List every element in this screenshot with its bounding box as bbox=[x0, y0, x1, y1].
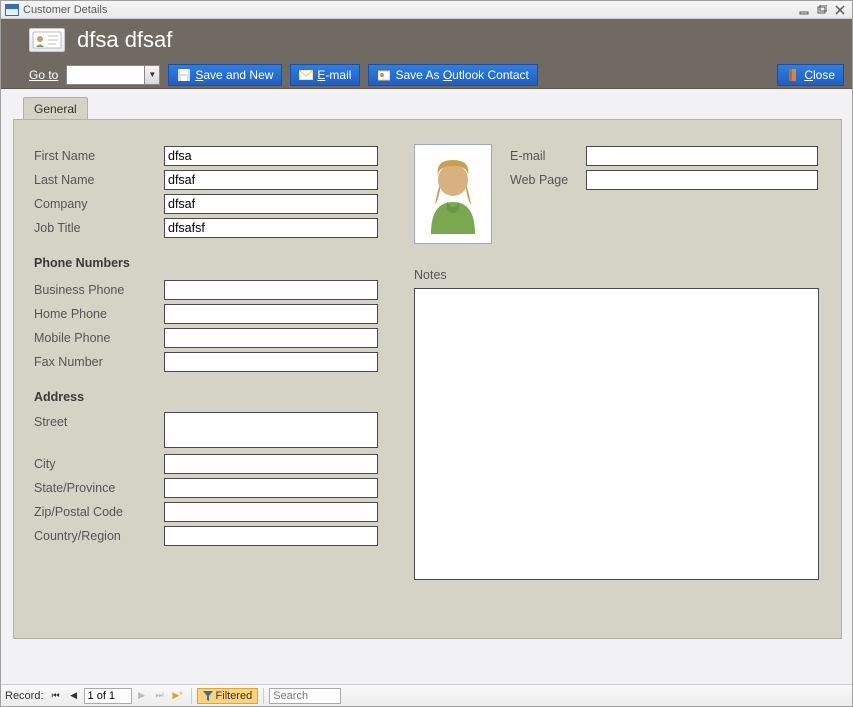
window-titlebar: Customer Details bbox=[1, 1, 852, 19]
street-label: Street bbox=[34, 412, 164, 429]
page-title: dfsa dfsaf bbox=[77, 27, 172, 53]
window-title: Customer Details bbox=[23, 4, 107, 16]
fax-field[interactable] bbox=[164, 352, 378, 372]
contact-photo[interactable] bbox=[414, 144, 492, 244]
webpage-field[interactable] bbox=[586, 170, 818, 190]
home-phone-field[interactable] bbox=[164, 304, 378, 324]
notes-field[interactable] bbox=[414, 288, 819, 580]
business-phone-field[interactable] bbox=[164, 280, 378, 300]
email-field[interactable] bbox=[586, 146, 818, 166]
email-icon bbox=[299, 69, 313, 81]
record-search-box[interactable] bbox=[269, 688, 341, 704]
nav-first-button[interactable]: ⏮ bbox=[48, 688, 64, 704]
notes-label: Notes bbox=[414, 268, 819, 282]
last-name-field[interactable] bbox=[164, 170, 378, 190]
nav-prev-button[interactable]: ◀ bbox=[66, 688, 82, 704]
outlook-icon bbox=[377, 69, 391, 81]
job-title-label: Job Title bbox=[34, 221, 164, 235]
tab-general[interactable]: General bbox=[23, 97, 88, 119]
toolbar: Go to ▼ Save and New E-mail Save As Outl… bbox=[1, 61, 852, 89]
close-window-button[interactable] bbox=[832, 3, 848, 17]
general-panel: First Name Last Name Company Job Title P… bbox=[13, 119, 842, 639]
funnel-icon bbox=[203, 691, 213, 701]
save-icon bbox=[177, 69, 191, 81]
door-icon bbox=[786, 69, 800, 81]
home-phone-label: Home Phone bbox=[34, 307, 164, 321]
save-and-new-button[interactable]: Save and New bbox=[168, 64, 282, 86]
phone-section-title: Phone Numbers bbox=[34, 256, 394, 270]
nav-last-button[interactable]: ⏭ bbox=[152, 688, 168, 704]
zip-field[interactable] bbox=[164, 502, 378, 522]
goto-label: Go to bbox=[29, 68, 58, 82]
filtered-indicator[interactable]: Filtered bbox=[197, 688, 259, 704]
first-name-field[interactable] bbox=[164, 146, 378, 166]
city-label: City bbox=[34, 457, 164, 471]
webpage-label: Web Page bbox=[510, 173, 586, 187]
job-title-field[interactable] bbox=[164, 218, 378, 238]
address-section-title: Address bbox=[34, 390, 394, 404]
first-name-label: First Name bbox=[34, 149, 164, 163]
fax-label: Fax Number bbox=[34, 355, 164, 369]
record-navigator: Record: ⏮ ◀ ▶ ⏭ ▶* Filtered bbox=[1, 684, 852, 706]
form-icon bbox=[5, 4, 19, 16]
last-name-label: Last Name bbox=[34, 173, 164, 187]
city-field[interactable] bbox=[164, 454, 378, 474]
company-field[interactable] bbox=[164, 194, 378, 214]
country-field[interactable] bbox=[164, 526, 378, 546]
goto-dropdown-arrow[interactable]: ▼ bbox=[144, 65, 160, 85]
country-label: Country/Region bbox=[34, 529, 164, 543]
restore-button[interactable] bbox=[814, 3, 830, 17]
nav-new-button[interactable]: ▶* bbox=[170, 688, 186, 704]
record-label: Record: bbox=[5, 690, 44, 702]
state-field[interactable] bbox=[164, 478, 378, 498]
close-button[interactable]: Close bbox=[777, 64, 844, 86]
state-label: State/Province bbox=[34, 481, 164, 495]
nav-next-button[interactable]: ▶ bbox=[134, 688, 150, 704]
form-header: dfsa dfsaf bbox=[1, 19, 852, 61]
mobile-phone-field[interactable] bbox=[164, 328, 378, 348]
street-field[interactable] bbox=[164, 412, 378, 448]
mobile-phone-label: Mobile Phone bbox=[34, 331, 164, 345]
email-button[interactable]: E-mail bbox=[290, 64, 360, 86]
company-label: Company bbox=[34, 197, 164, 211]
contact-card-icon bbox=[29, 28, 65, 52]
form-body: General First Name Last Name Company Job… bbox=[1, 89, 852, 684]
tab-strip: General bbox=[13, 97, 842, 119]
email-label: E-mail bbox=[510, 149, 586, 163]
record-position-box[interactable] bbox=[84, 688, 132, 704]
goto-combo[interactable]: ▼ bbox=[66, 65, 160, 85]
business-phone-label: Business Phone bbox=[34, 283, 164, 297]
goto-input[interactable] bbox=[66, 65, 144, 85]
save-as-outlook-button[interactable]: Save As Outlook Contact bbox=[368, 64, 537, 86]
zip-label: Zip/Postal Code bbox=[34, 505, 164, 519]
minimize-button[interactable] bbox=[796, 3, 812, 17]
